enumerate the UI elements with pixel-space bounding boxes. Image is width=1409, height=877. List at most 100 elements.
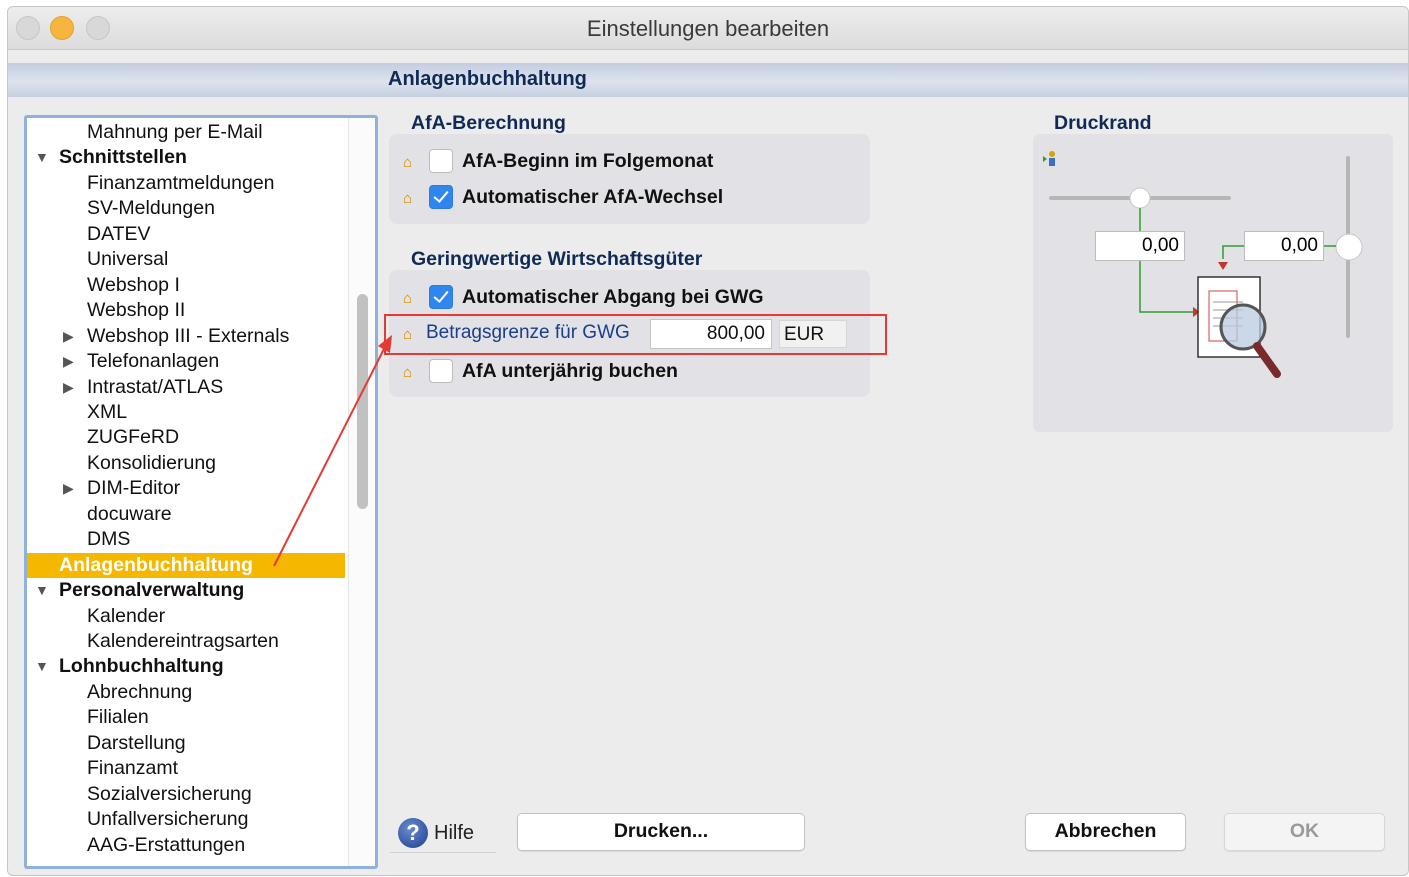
tree-item-label: Mahnung per E-Mail — [87, 121, 263, 143]
tree-item-label: Schnittstellen — [59, 146, 187, 169]
tree-item-label: Personalverwaltung — [59, 579, 245, 602]
right-margin-slider-knob — [1335, 233, 1363, 261]
tree-item-label: Telefonanlagen — [87, 350, 220, 373]
tree-item[interactable]: ▶ DIM-Editor — [27, 476, 345, 501]
person-icon — [1043, 151, 1055, 166]
tree-item[interactable]: Webshop I — [27, 273, 345, 298]
tree-item[interactable]: Kalender — [27, 604, 345, 629]
help-icon[interactable]: ? — [398, 818, 428, 848]
tree-scrollbar[interactable] — [348, 118, 375, 866]
section-title: Anlagenbuchhaltung — [388, 68, 587, 90]
tree-item-label: SV-Meldungen — [87, 197, 215, 220]
section-header: Anlagenbuchhaltung — [8, 63, 1408, 97]
tree-item-label: Unfallversicherung — [87, 808, 249, 831]
druckrand-panel — [1033, 134, 1393, 432]
druckrand-right-input[interactable] — [1244, 231, 1324, 261]
afa-beginn-label: AfA-Beginn im Folgemonat — [462, 150, 714, 172]
settings-window: Einstellungen bearbeiten Anlagenbuchhalt… — [7, 6, 1409, 876]
tree-item-label: Darstellung — [87, 731, 186, 754]
annotation-highlight-box — [384, 314, 887, 355]
disclosure-expanded-icon[interactable]: ▼ — [35, 578, 49, 603]
tree-item-label: Filialen — [87, 706, 149, 729]
tree-item-label: XML — [87, 400, 128, 423]
cancel-button[interactable]: Abbrechen — [1025, 813, 1186, 851]
window-title: Einstellungen bearbeiten — [586, 16, 830, 41]
tree-item[interactable]: ZUGFeRD — [27, 425, 345, 450]
help-divider — [390, 852, 496, 853]
disclosure-collapsed-icon[interactable]: ▶ — [63, 375, 74, 400]
print-button[interactable]: Drucken... — [517, 813, 805, 851]
druckrand-title: Druckrand — [1054, 112, 1152, 134]
tree-item[interactable]: ▶ Telefonanlagen — [27, 349, 345, 374]
tree-item[interactable]: Darstellung — [27, 731, 345, 756]
tree-item-label: docuware — [87, 502, 172, 525]
tree-item[interactable]: Anlagenbuchhaltung — [27, 552, 345, 578]
tree-item[interactable]: ▼ Schnittstellen — [27, 145, 345, 170]
tree-item[interactable]: ▶ Webshop III - Externals — [27, 324, 345, 349]
afa-group: ⌂ AfA-Beginn im Folgemonat ⌂ Automatisch… — [389, 134, 870, 224]
top-margin-slider-knob — [1129, 187, 1151, 209]
tree-item[interactable]: Unfallversicherung — [27, 807, 345, 832]
ok-button[interactable]: OK — [1224, 813, 1385, 851]
tree-scrollbar-thumb[interactable] — [357, 294, 368, 509]
tree-item[interactable]: Universal — [27, 247, 345, 272]
tree-item-label: Sozialversicherung — [87, 782, 252, 805]
tree-item-label: ZUGFeRD — [87, 426, 180, 449]
help-label[interactable]: Hilfe — [434, 822, 474, 845]
title-bar: Einstellungen bearbeiten — [8, 7, 1408, 50]
tree-item[interactable]: Filialen — [27, 705, 345, 730]
tree-item[interactable]: ▶ Intrastat/ATLAS — [27, 375, 345, 400]
disclosure-collapsed-icon[interactable]: ▶ — [63, 324, 74, 349]
tree-item-label: Webshop I — [87, 273, 180, 296]
tree-item[interactable]: AAG-Erstattungen — [27, 833, 345, 858]
tree-item-label: Konsolidierung — [87, 451, 217, 474]
afa-unterjaehrig-label: AfA unterjährig buchen — [462, 360, 678, 382]
tree-item-label: Anlagenbuchhaltung — [59, 553, 253, 576]
tree-item[interactable]: Kalendereintragsarten — [27, 629, 345, 654]
afa-unterjaehrig-checkbox[interactable] — [429, 359, 453, 383]
tree-item[interactable]: Sozialversicherung — [27, 782, 345, 807]
disclosure-expanded-icon[interactable]: ▼ — [35, 654, 49, 679]
tree-item[interactable]: Finanzamt — [27, 756, 345, 781]
tree-item[interactable]: ▼ Lohnbuchhaltung — [27, 654, 345, 679]
inherit-house-icon: ⌂ — [403, 190, 413, 207]
tree-item-label: Kalender — [87, 604, 166, 627]
druckrand-diagram — [1043, 151, 1363, 378]
tree-item-label: Intrastat/ATLAS — [87, 375, 224, 398]
tree-item[interactable]: XML — [27, 400, 345, 425]
tree-item[interactable]: Konsolidierung — [27, 451, 345, 476]
afa-group-title: AfA-Berechnung — [411, 112, 566, 134]
tree-item[interactable]: Finanzamtmeldungen — [27, 171, 345, 196]
tree-item-label: AAG-Erstattungen — [87, 833, 246, 856]
afa-wechsel-label: Automatischer AfA-Wechsel — [462, 186, 724, 208]
tree-item[interactable]: docuware — [27, 502, 345, 527]
disclosure-collapsed-icon[interactable]: ▶ — [63, 349, 74, 374]
tree-item-label: Lohnbuchhaltung — [59, 655, 224, 678]
tree-item[interactable]: SV-Meldungen — [27, 196, 345, 221]
tree-item-label: DMS — [87, 528, 131, 551]
tree-item[interactable]: DMS — [27, 527, 345, 552]
afa-wechsel-checkbox[interactable] — [429, 185, 453, 209]
inherit-house-icon: ⌂ — [403, 290, 413, 307]
gwg-abgang-checkbox[interactable] — [429, 285, 453, 309]
afa-beginn-checkbox[interactable] — [429, 149, 453, 173]
tree-item-label: Finanzamt — [87, 757, 179, 780]
tree-item[interactable]: DATEV — [27, 222, 345, 247]
tree-item[interactable]: Abrechnung — [27, 680, 345, 705]
tree-item[interactable]: Webshop II — [27, 298, 345, 323]
tree-item[interactable]: Mahnung per E-Mail — [27, 120, 345, 145]
tree-item[interactable]: ▼ Personalverwaltung — [27, 578, 345, 603]
gwg-group-title: Geringwertige Wirtschaftsgüter — [411, 248, 703, 270]
gwg-abgang-label: Automatischer Abgang bei GWG — [462, 286, 764, 308]
tree-item-label: Finanzamtmeldungen — [87, 171, 275, 194]
inherit-house-icon: ⌂ — [403, 364, 413, 381]
druckrand-top-input[interactable] — [1095, 231, 1185, 261]
tree-item-label: Abrechnung — [87, 680, 193, 703]
tree-item-label: DATEV — [87, 222, 151, 245]
disclosure-collapsed-icon[interactable]: ▶ — [63, 476, 74, 501]
tree-item-label: DIM-Editor — [87, 477, 181, 500]
tree-item-label: Kalendereintragsarten — [87, 630, 279, 652]
tree-item-label: Universal — [87, 248, 169, 271]
disclosure-expanded-icon[interactable]: ▼ — [35, 145, 49, 170]
settings-tree[interactable]: Mahnung per E-Mail ▼ Schnittstellen Finanza… — [24, 115, 378, 869]
